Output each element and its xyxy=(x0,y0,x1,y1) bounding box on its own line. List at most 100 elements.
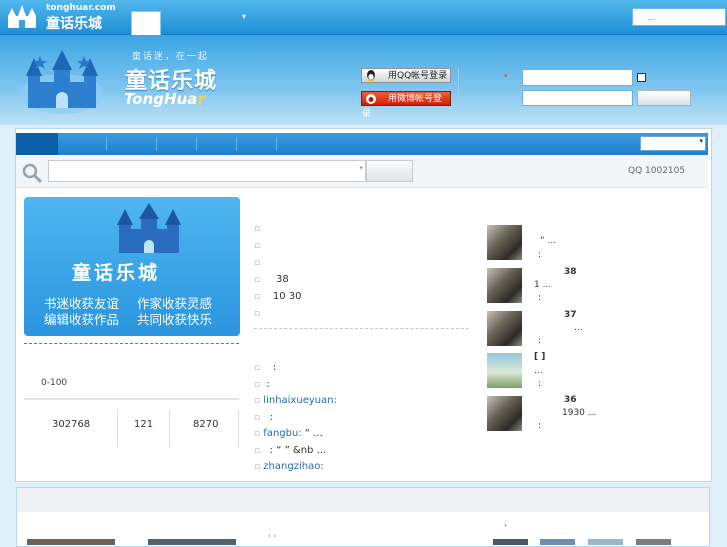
username-input[interactable] xyxy=(522,69,633,86)
user-link[interactable]: fangbu: xyxy=(263,428,301,439)
level-range: 0-100 xyxy=(41,378,68,388)
bullet-icon: ▫ xyxy=(254,412,261,423)
nav-divider xyxy=(156,137,157,151)
update-text: 1 ... xyxy=(534,280,552,290)
news-text: 10 30 xyxy=(272,291,302,302)
thumbnail-image[interactable] xyxy=(493,539,528,545)
slogan: 童话迷，在一起 xyxy=(132,52,210,62)
list-item[interactable]: ▫ linhaixueyuan: xyxy=(254,395,469,412)
update-text: 1930 ... xyxy=(562,408,597,418)
user-link[interactable]: linhaixueyuan: xyxy=(263,395,337,406)
nav-item-home[interactable] xyxy=(16,133,58,155)
nav-select[interactable] xyxy=(640,136,706,151)
list-item[interactable]: ▫ xyxy=(254,308,469,325)
bullet-icon: ▫ xyxy=(254,379,261,390)
qq-group-number: QQ 1002105 xyxy=(628,166,686,176)
list-item[interactable]: ▫ : “ ” &nb ... xyxy=(254,445,469,462)
search-type-chevron-icon[interactable]: ▾ xyxy=(359,164,363,172)
brand-english: TongHuar xyxy=(124,90,205,108)
top-search-input[interactable] xyxy=(632,8,726,26)
update-text: : xyxy=(538,250,542,260)
nav-divider xyxy=(236,137,237,151)
bottom-dot: . xyxy=(504,518,508,529)
list-item[interactable]: ▫ fangbu: “ ... xyxy=(254,428,469,445)
bullet-icon: ▫ xyxy=(254,396,261,406)
top-tab[interactable] xyxy=(131,11,161,35)
weibo-login-button[interactable]: 用微博帐号登录 xyxy=(361,91,451,119)
qq-penguin-icon xyxy=(364,69,378,82)
list-item[interactable]: ▫ : xyxy=(254,362,469,379)
brand-english-tail: r xyxy=(197,90,205,108)
news-list-top: ▫ ▫ ▫ ▫ 38 ▫ 10 30 ▫ xyxy=(254,223,469,325)
nav-bar xyxy=(16,133,708,155)
book-cover-image[interactable] xyxy=(487,353,522,388)
list-item[interactable]: ▫ xyxy=(254,257,469,274)
user-link[interactable]: zhangzihao: xyxy=(263,461,323,472)
update-text: : xyxy=(538,336,542,346)
list-item[interactable]: ▫ 38 xyxy=(254,274,469,291)
update-text: : xyxy=(538,421,542,431)
banner-castle-icon xyxy=(117,203,181,253)
news-text: : xyxy=(272,362,277,373)
chevron-down-icon[interactable]: ▾ xyxy=(242,12,246,21)
nav-divider xyxy=(196,137,197,151)
update-chapter: 36 xyxy=(564,395,577,405)
list-item[interactable]: ▫ : xyxy=(254,379,469,396)
update-text: “ ... xyxy=(540,236,557,246)
login-submit-button[interactable] xyxy=(637,90,691,106)
nav-divider xyxy=(276,137,277,151)
news-text: : xyxy=(269,411,274,423)
password-input[interactable] xyxy=(522,90,633,106)
list-item[interactable]: ▫ 10 30 xyxy=(254,291,469,308)
banner-text: 编辑收获作品 xyxy=(44,312,120,327)
bullet-icon: ▫ xyxy=(254,292,261,302)
thumbnail-image[interactable] xyxy=(148,539,236,545)
book-cover-image[interactable] xyxy=(487,311,522,346)
stat-value: 302768 xyxy=(52,419,91,430)
nav-divider xyxy=(106,137,107,151)
list-item[interactable]: ▫ xyxy=(254,240,469,257)
book-cover-image[interactable] xyxy=(487,268,522,303)
search-button[interactable] xyxy=(366,160,413,182)
news-text: 38 xyxy=(276,274,289,285)
thumbnail-image[interactable] xyxy=(636,539,671,545)
update-chapter: [ ] xyxy=(534,352,546,362)
thumbnail-image[interactable] xyxy=(540,539,575,545)
level-bar xyxy=(24,398,239,400)
banner-title: 童话乐城 xyxy=(72,262,161,284)
bullet-icon: ▫ xyxy=(254,429,261,439)
remember-checkbox[interactable] xyxy=(637,73,646,82)
list-item[interactable]: ▫ : xyxy=(254,412,469,429)
update-text: ... xyxy=(534,366,543,376)
list-item[interactable]: ▫ xyxy=(254,223,469,240)
list-item[interactable]: ▫ zhangzihao: xyxy=(254,461,469,478)
domain-text: tonghuar.com xyxy=(46,3,116,13)
stat-divider xyxy=(117,410,118,447)
stat-value: 121 xyxy=(134,419,154,430)
bullet-icon: ▫ xyxy=(254,309,261,319)
divider xyxy=(254,328,469,329)
bullet-icon: ▫ xyxy=(254,241,261,251)
bullet-icon: ▫ xyxy=(254,275,261,285)
news-list-bottom: ▫ : ▫ : ▫ linhaixueyuan: ▫ : ▫ fangbu: “… xyxy=(254,362,469,478)
divider xyxy=(24,343,239,344)
news-text: “ ... xyxy=(301,428,323,439)
thumbnail-image[interactable] xyxy=(27,539,115,545)
stat-value: 8270 xyxy=(193,419,219,430)
bullet-icon: ▫ xyxy=(254,462,261,472)
main-search-input[interactable]: ▾ xyxy=(48,160,366,182)
qq-login-button[interactable]: 用QQ帐号登录 xyxy=(361,68,451,83)
news-text: : “ ” &nb ... xyxy=(269,444,327,456)
stat-divider xyxy=(238,410,239,447)
qq-login-label: 用QQ帐号登录 xyxy=(388,71,448,81)
thumbnail-image[interactable] xyxy=(588,539,623,545)
book-cover-image[interactable] xyxy=(487,396,522,431)
castle-logo-icon[interactable] xyxy=(18,48,106,114)
bullet-icon: ▫ xyxy=(254,224,261,234)
stat-divider xyxy=(169,410,170,447)
book-cover-image[interactable] xyxy=(487,225,522,260)
bottom-panel-header xyxy=(17,488,709,512)
brand-english-main: TongHua xyxy=(124,90,198,108)
bullet-icon: ▫ xyxy=(254,445,261,456)
login-type-caret-icon[interactable]: ▾ xyxy=(504,72,508,80)
